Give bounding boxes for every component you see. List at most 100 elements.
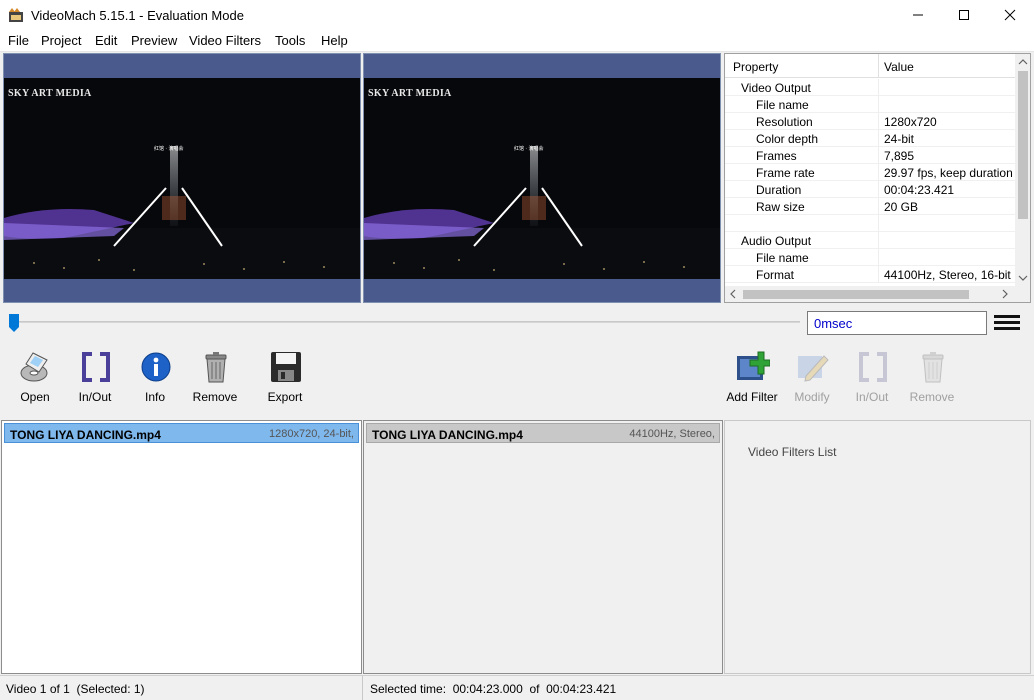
filter-remove-button[interactable]: Remove [902,350,962,410]
property-row[interactable]: Color depth 24-bit [725,130,1015,147]
status-video-count: Video 1 of 1 (Selected: 1) [6,682,145,696]
in-out-icon [82,352,110,382]
open-button[interactable]: Open [5,350,65,410]
menu-tools[interactable]: Tools [275,33,305,48]
close-icon [1004,9,1016,21]
property-row[interactable]: Duration 00:04:23.421 [725,181,1015,198]
property-key: Format [756,268,795,282]
property-key: Duration [756,183,802,197]
property-row[interactable]: Frames 7,895 [725,147,1015,164]
title-bar: VideoMach 5.15.1 - Evaluation Mode [0,0,1034,30]
property-key: Audio Output [741,234,812,248]
property-key: File name [756,98,809,112]
menu-preview[interactable]: Preview [131,33,177,48]
add-filter-icon [737,351,770,380]
export-button[interactable]: Export [255,350,315,410]
menu-file[interactable]: File [8,33,29,48]
maximize-icon [959,10,969,20]
seek-bar: 0msec [0,306,1034,336]
property-value: 7,895 [884,149,915,163]
export-label: Export [267,390,303,404]
source-video-frame: SKY ART MEDIA 红馆 · 演唱会 [4,78,360,279]
info-label: Info [144,390,165,404]
value-column-header[interactable]: Value [884,60,914,74]
hscroll-art [730,289,1008,299]
filter-in-out-label: In/Out [855,390,889,404]
menu-video-filters[interactable]: Video Filters [189,33,261,48]
seek-thumb[interactable] [8,313,20,333]
open-icon [20,352,48,382]
audio-list-item[interactable]: TONG LIYA DANCING.mp4 44100Hz, Stereo, [366,423,720,443]
filter-in-out-button[interactable]: In/Out [842,350,902,410]
minimize-button[interactable] [895,0,941,30]
modify-button[interactable]: Modify [782,350,842,410]
property-column-header[interactable]: Property [733,60,778,74]
properties-header: Property Value [725,54,1015,78]
hamburger-menu-button[interactable] [994,315,1020,331]
property-value: 1280x720 [884,115,937,129]
trash-icon [922,352,944,383]
menu-edit[interactable]: Edit [95,33,117,48]
video-list-item[interactable]: TONG LIYA DANCING.mp4 1280x720, 24-bit, [4,423,359,443]
status-selected-time: Selected time: 00:04:23.000 of 00:04:23.… [370,682,617,696]
scroll-corner [1015,286,1030,302]
output-preview[interactable]: SKY ART MEDIA 红馆 · 演唱会 [363,53,721,303]
info-icon [141,352,171,382]
save-icon [271,352,301,382]
menu-bar: File Project Edit Preview Video Filters … [0,30,1034,52]
property-key: Frame rate [756,166,815,180]
property-row[interactable]: File name [725,96,1015,113]
properties-horizontal-scrollbar[interactable] [725,286,1015,302]
properties-panel[interactable]: Property Value Video Output File name Reso… [724,53,1031,303]
open-label: Open [20,390,50,404]
property-row[interactable]: Raw size 20 GB [725,198,1015,215]
property-row[interactable]: Audio Output [725,232,1015,249]
property-key: Video Output [741,81,811,95]
time-position-field[interactable]: 0msec [807,311,987,335]
trash-icon [205,352,227,383]
status-bar: Video 1 of 1 (Selected: 1) Selected time… [0,675,1034,700]
vscroll-art [1018,59,1028,281]
close-button[interactable] [987,0,1033,30]
seek-track[interactable] [10,321,800,323]
property-key: File name [756,251,809,265]
properties-vertical-scrollbar[interactable] [1015,54,1030,286]
app-icon [9,8,23,22]
in-out-label: In/Out [78,390,112,404]
audio-list-panel[interactable]: TONG LIYA DANCING.mp4 44100Hz, Stereo, [363,420,723,674]
in-out-button[interactable]: In/Out [65,350,125,410]
source-stage-image [4,146,360,279]
property-value: 00:04:23.421 [884,183,955,197]
video-filters-list-label: Video Filters List [748,445,837,459]
maximize-button[interactable] [941,0,987,30]
video-file-name: TONG LIYA DANCING.mp4 [10,428,161,442]
add-filter-button[interactable]: Add Filter [722,350,782,410]
video-list-panel[interactable]: TONG LIYA DANCING.mp4 1280x720, 24-bit, [1,420,362,674]
output-video-frame: SKY ART MEDIA 红馆 · 演唱会 [364,78,720,279]
video-file-info: 1280x720, 24-bit, [268,428,354,440]
property-value: 44100Hz, Stereo, 16-bit [884,268,1011,282]
property-key: Resolution [756,115,813,129]
modify-label: Modify [794,390,830,404]
output-stage-caption: 红馆 · 演唱会 [514,146,544,152]
info-button[interactable]: Info [125,350,185,410]
in-out-icon [859,352,887,382]
menu-project[interactable]: Project [41,33,81,48]
property-row[interactable] [725,215,1015,232]
property-value: 20 GB [884,200,919,214]
property-row[interactable]: Format 44100Hz, Stereo, 16-bit [725,266,1015,283]
property-row[interactable]: Frame rate 29.97 fps, keep duration [725,164,1015,181]
source-preview[interactable]: SKY ART MEDIA 红馆 · 演唱会 [3,53,361,303]
property-value: 24-bit [884,132,915,146]
menu-help[interactable]: Help [321,33,348,48]
remove-button[interactable]: Remove [185,350,245,410]
property-row[interactable]: Video Output [725,79,1015,96]
property-row[interactable]: Resolution 1280x720 [725,113,1015,130]
filter-remove-label: Remove [909,390,955,404]
video-filters-panel[interactable]: Video Filters List [724,420,1031,674]
window-title: VideoMach 5.15.1 - Evaluation Mode [31,8,244,23]
property-key: Frames [756,149,797,163]
property-row[interactable]: File name [725,249,1015,266]
minimize-icon [913,14,923,16]
source-stage-caption: 红馆 · 演唱会 [154,146,184,152]
